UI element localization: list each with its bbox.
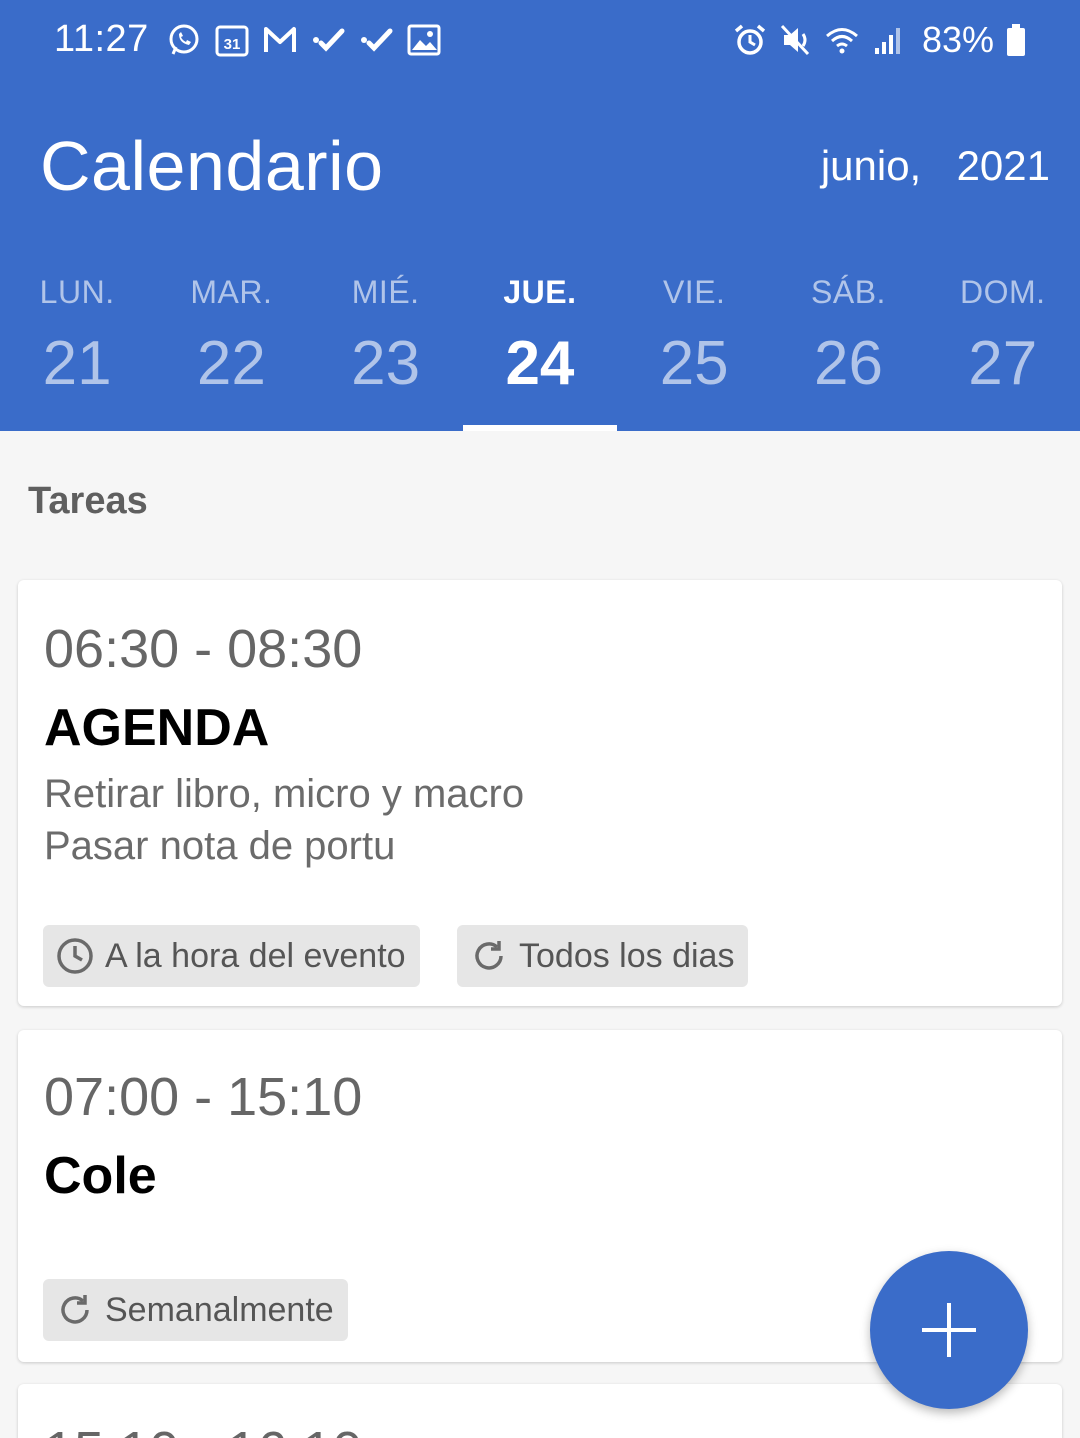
whatsapp-icon	[169, 24, 199, 55]
battery-percentage: 83%	[921, 19, 994, 60]
task-description-line: Retirar libro, micro y macro	[44, 772, 525, 816]
day-wednesday[interactable]: MIÉ. 23	[309, 240, 463, 431]
app-bar: 11:27 31 83% Calendario junio, 2021 LUN.…	[0, 0, 1080, 431]
day-name: DOM.	[959, 274, 1046, 310]
calendar-31-icon: 31	[215, 25, 249, 57]
chip-label: Semanalmente	[105, 1290, 334, 1329]
task-time: 15:10 - 16:10	[44, 1420, 362, 1438]
day-sunday[interactable]: DOM. 27	[926, 240, 1080, 431]
day-name: MIÉ.	[351, 274, 420, 310]
task-title: AGENDA	[44, 699, 270, 757]
task-title: Cole	[44, 1147, 157, 1205]
task-time: 07:00 - 15:10	[44, 1067, 363, 1127]
reminder-chip[interactable]: A la hora del evento	[43, 925, 420, 987]
day-name: JUE.	[503, 274, 577, 310]
check-icon	[361, 28, 393, 52]
day-name: LUN.	[39, 274, 115, 310]
day-number: 27	[968, 329, 1038, 398]
repeat-icon	[475, 941, 503, 970]
plus-icon	[922, 1303, 976, 1357]
day-monday[interactable]: LUN. 21	[0, 240, 154, 431]
day-number: 25	[659, 329, 729, 398]
task-time: 06:30 - 08:30	[44, 619, 363, 679]
task-card[interactable]: 06:30 - 08:30 AGENDA Retirar libro, micr…	[18, 580, 1062, 1006]
day-name: SÁB.	[811, 274, 886, 310]
chip-label: Todos los dias	[519, 936, 735, 975]
add-task-button[interactable]	[870, 1251, 1028, 1409]
day-friday[interactable]: VIE. 25	[617, 240, 771, 431]
day-thursday[interactable]: JUE. 24	[462, 240, 618, 431]
day-number: 24	[505, 329, 575, 398]
clock-icon	[57, 938, 93, 974]
status-time: 11:27	[54, 18, 149, 60]
year-label: 2021	[956, 142, 1050, 189]
day-number: 26	[813, 329, 883, 398]
month-label: junio,	[820, 142, 922, 189]
repeat-icon	[61, 1295, 89, 1324]
image-icon	[407, 24, 441, 56]
svg-text:31: 31	[224, 36, 241, 53]
alarm-icon	[734, 24, 766, 55]
day-number: 23	[351, 329, 421, 398]
selected-day-indicator	[462, 425, 618, 431]
repeat-chip[interactable]: Todos los dias	[457, 925, 749, 987]
week-strip: LUN. 21 MAR. 22 MIÉ. 23 JUE. 24 VIE. 25 …	[0, 240, 1080, 431]
section-title: Tareas	[28, 480, 148, 522]
battery-icon	[1007, 24, 1025, 56]
chip-label: A la hora del evento	[105, 936, 406, 975]
system-icons: 83%	[732, 18, 1028, 62]
task-description-line: Pasar nota de portu	[44, 824, 396, 868]
wifi-icon	[825, 28, 858, 54]
signal-icon	[874, 28, 900, 54]
day-name: MAR.	[190, 274, 273, 310]
month-selector[interactable]: junio, 2021	[821, 142, 1050, 190]
check-icon	[313, 28, 345, 52]
repeat-chip[interactable]: Semanalmente	[43, 1279, 348, 1341]
gmail-icon	[264, 27, 296, 52]
status-bar: 11:27 31 83%	[0, 0, 1080, 82]
day-name: VIE.	[662, 274, 726, 310]
day-number: 21	[42, 329, 112, 398]
app-title: Calendario	[40, 127, 384, 205]
notification-icons: 31	[166, 18, 442, 62]
day-saturday[interactable]: SÁB. 26	[771, 240, 925, 431]
day-number: 22	[196, 329, 266, 398]
mute-icon	[780, 24, 810, 56]
day-tuesday[interactable]: MAR. 22	[154, 240, 308, 431]
